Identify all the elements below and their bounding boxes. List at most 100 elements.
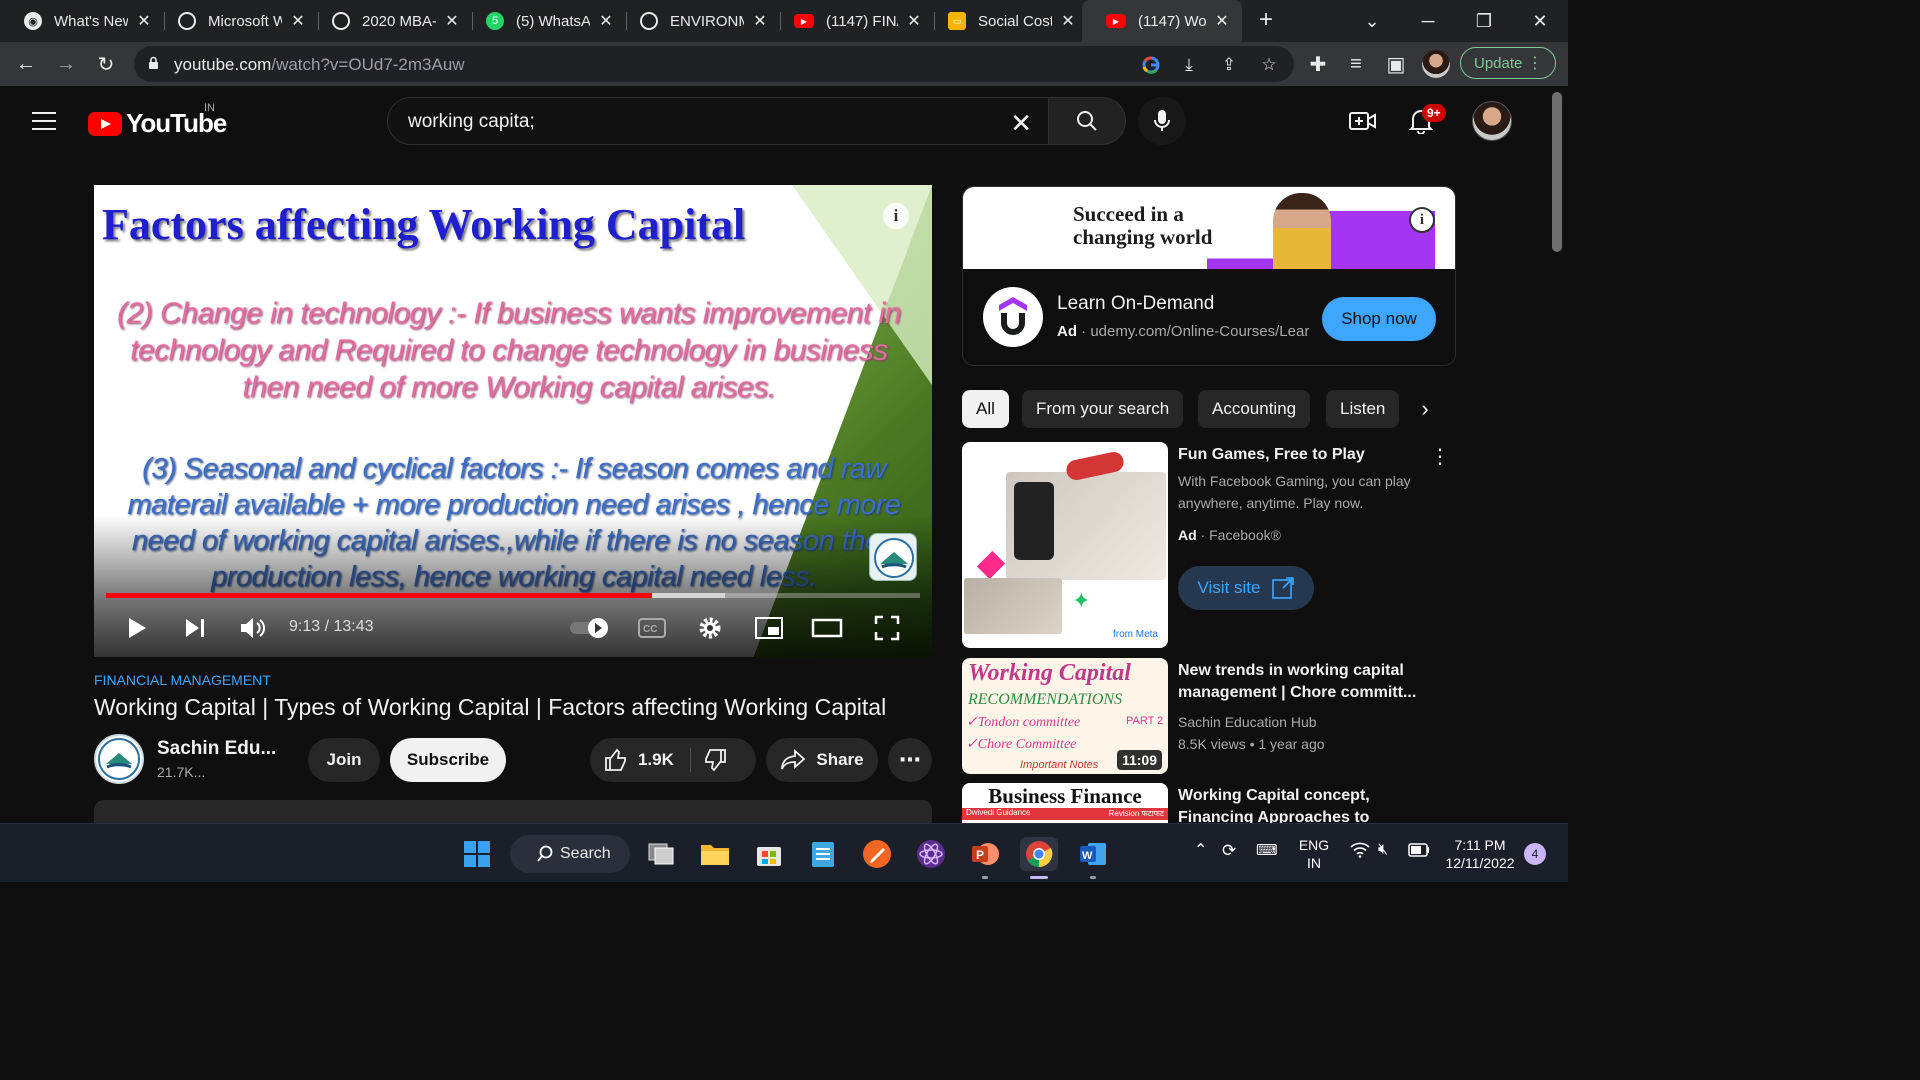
recommendation-channel[interactable]: Sachin Education Hub — [1178, 711, 1317, 733]
extensions-puzzle-icon[interactable]: ✚ — [1304, 50, 1332, 78]
back-arrow-icon[interactable]: ← — [12, 50, 40, 78]
word-icon[interactable]: W — [1076, 837, 1110, 871]
search-button[interactable] — [1048, 97, 1126, 145]
seek-bar[interactable] — [106, 593, 920, 598]
menu-hamburger-icon[interactable] — [32, 112, 56, 130]
browser-tab[interactable]: 2020 MBA- ✕ — [308, 0, 472, 42]
chevron-right-icon[interactable]: › — [1412, 396, 1438, 422]
like-button[interactable]: 1.9K — [604, 748, 674, 772]
chip-listen[interactable]: Listen — [1326, 390, 1400, 428]
close-icon[interactable]: ✕ — [442, 11, 462, 31]
recommendation-title[interactable]: Working Capital concept, Financing Appro… — [1178, 785, 1436, 823]
notification-count-badge[interactable]: 4 — [1524, 843, 1546, 865]
google-icon[interactable] — [1140, 54, 1162, 76]
minimize-icon[interactable]: ─ — [1400, 0, 1456, 42]
address-bar[interactable]: youtube.com/watch?v=OUd7-2m3Auw ⤓ ⇪ ☆ — [134, 46, 1294, 82]
profile-avatar[interactable] — [1422, 50, 1450, 78]
chip-accounting[interactable]: Accounting — [1198, 390, 1311, 428]
page-scrollbar[interactable] — [1552, 92, 1562, 252]
ad-info-icon[interactable]: i — [1409, 207, 1435, 233]
video-thumbnail[interactable]: Business Finance Dwivedi Guidance Revisi… — [962, 783, 1168, 823]
settings-gear-icon[interactable] — [694, 613, 726, 643]
atom-app-icon[interactable] — [914, 837, 948, 871]
microsoft-store-icon[interactable] — [752, 837, 786, 871]
captions-icon[interactable]: CC — [636, 613, 668, 643]
info-icon[interactable]: i — [883, 203, 909, 229]
update-button[interactable]: Update ⋮ — [1460, 47, 1556, 79]
tab-search-icon[interactable]: ⌄ — [1344, 0, 1400, 42]
forward-arrow-icon[interactable]: → — [52, 50, 80, 78]
new-tab-button[interactable]: + — [1254, 8, 1278, 32]
channel-avatar[interactable] — [94, 734, 144, 784]
search-input[interactable]: working capita; ✕ — [387, 97, 1049, 145]
theater-mode-icon[interactable] — [810, 613, 844, 643]
close-icon[interactable]: ✕ — [1058, 11, 1078, 31]
miniplayer-icon[interactable] — [752, 613, 786, 643]
share-icon[interactable]: ⇪ — [1218, 54, 1240, 76]
window-close-icon[interactable]: ✕ — [1512, 0, 1568, 42]
recommendation-title[interactable]: Fun Games, Free to Play — [1178, 444, 1436, 466]
volume-muted-icon[interactable]: 🔇︎ — [1378, 841, 1388, 859]
side-panel-icon[interactable]: ▣ — [1382, 50, 1410, 78]
ad-thumbnail[interactable]: ✦ from Meta — [962, 442, 1168, 648]
ad-title[interactable]: Learn On-Demand — [1057, 293, 1214, 315]
clear-search-icon[interactable]: ✕ — [1010, 108, 1032, 139]
play-icon[interactable] — [120, 613, 154, 643]
autoplay-toggle[interactable] — [568, 613, 612, 643]
task-view-icon[interactable] — [644, 837, 678, 871]
join-button[interactable]: Join — [308, 738, 380, 782]
reload-icon[interactable]: ↻ — [92, 50, 120, 78]
notepad-icon[interactable] — [806, 837, 840, 871]
battery-icon[interactable] — [1408, 843, 1430, 861]
bookmark-star-icon[interactable]: ☆ — [1258, 54, 1280, 76]
dislike-button[interactable] — [703, 748, 727, 772]
video-thumbnail[interactable]: Working Capital RECOMMENDATIONS ✓Tondon … — [962, 658, 1168, 774]
close-icon[interactable]: ✕ — [904, 11, 924, 31]
media-control-icon[interactable]: ≡ — [1342, 50, 1370, 78]
file-explorer-icon[interactable] — [698, 837, 732, 871]
chrome-taskbar-icon[interactable] — [1020, 837, 1058, 871]
pen-app-icon[interactable] — [860, 837, 894, 871]
ad-card[interactable]: Succeed in a changing world i Learn On-D… — [962, 186, 1456, 366]
volume-icon[interactable] — [236, 613, 270, 643]
channel-name[interactable]: Sachin Edu... — [157, 738, 276, 760]
video-player[interactable]: Factors affecting Working Capital (2) Ch… — [94, 185, 932, 657]
browser-tab[interactable]: 5 (5) WhatsA ✕ — [462, 0, 626, 42]
powerpoint-icon[interactable]: P — [968, 837, 1002, 871]
account-avatar[interactable] — [1472, 101, 1512, 141]
taskbar-search[interactable]: Search — [510, 835, 630, 873]
tray-chevron-up-icon[interactable]: ⌃ — [1194, 842, 1207, 860]
restore-icon[interactable]: ❐ — [1456, 0, 1512, 42]
recommendation-video[interactable]: Business Finance Dwivedi Guidance Revisi… — [962, 783, 1456, 823]
browser-tab[interactable]: Microsoft W ✕ — [154, 0, 318, 42]
more-actions-icon[interactable]: ⋯ — [888, 738, 932, 782]
ad-banner[interactable]: Succeed in a changing world i — [963, 187, 1455, 269]
recommendation-title[interactable]: New trends in working capital management… — [1178, 660, 1436, 704]
close-icon[interactable]: ✕ — [1212, 11, 1232, 31]
sync-icon[interactable]: ⟳ — [1222, 842, 1236, 860]
chip-from-your-search[interactable]: From your search — [1022, 390, 1184, 428]
youtube-logo[interactable]: YouTube IN — [88, 102, 227, 139]
close-icon[interactable]: ✕ — [134, 11, 154, 31]
visit-site-button[interactable]: Visit site — [1178, 566, 1314, 610]
more-vertical-icon[interactable]: ⋮ — [1430, 444, 1450, 469]
language-indicator[interactable]: ENG IN — [1296, 836, 1332, 872]
browser-tab[interactable]: ◉ What's New ✕ — [0, 0, 164, 42]
wifi-icon[interactable] — [1350, 842, 1370, 862]
more-vertical-icon[interactable]: ⋮ — [1527, 53, 1543, 73]
next-icon[interactable] — [178, 613, 212, 643]
browser-tab[interactable]: ▶ (1147) FINA ✕ — [770, 0, 934, 42]
close-icon[interactable]: ✕ — [750, 11, 770, 31]
fullscreen-icon[interactable] — [870, 613, 904, 643]
browser-tab[interactable]: ▭ Social Cost ✕ — [924, 0, 1088, 42]
recommendation-video[interactable]: Working Capital RECOMMENDATIONS ✓Tondon … — [962, 658, 1456, 774]
voice-search-button[interactable] — [1138, 97, 1186, 145]
recommendation-ad[interactable]: ✦ from Meta Fun Games, Free to Play ⋮ Wi… — [962, 442, 1456, 652]
create-video-icon[interactable] — [1348, 106, 1378, 136]
close-icon[interactable]: ✕ — [596, 11, 616, 31]
video-category-link[interactable]: FINANCIAL MANAGEMENT — [94, 672, 271, 688]
share-button[interactable]: Share — [766, 738, 878, 782]
chip-all[interactable]: All — [962, 390, 1009, 428]
keyboard-icon[interactable]: ⌨ — [1256, 842, 1278, 860]
clock[interactable]: 7:11 PM 12/11/2022 — [1440, 836, 1520, 872]
